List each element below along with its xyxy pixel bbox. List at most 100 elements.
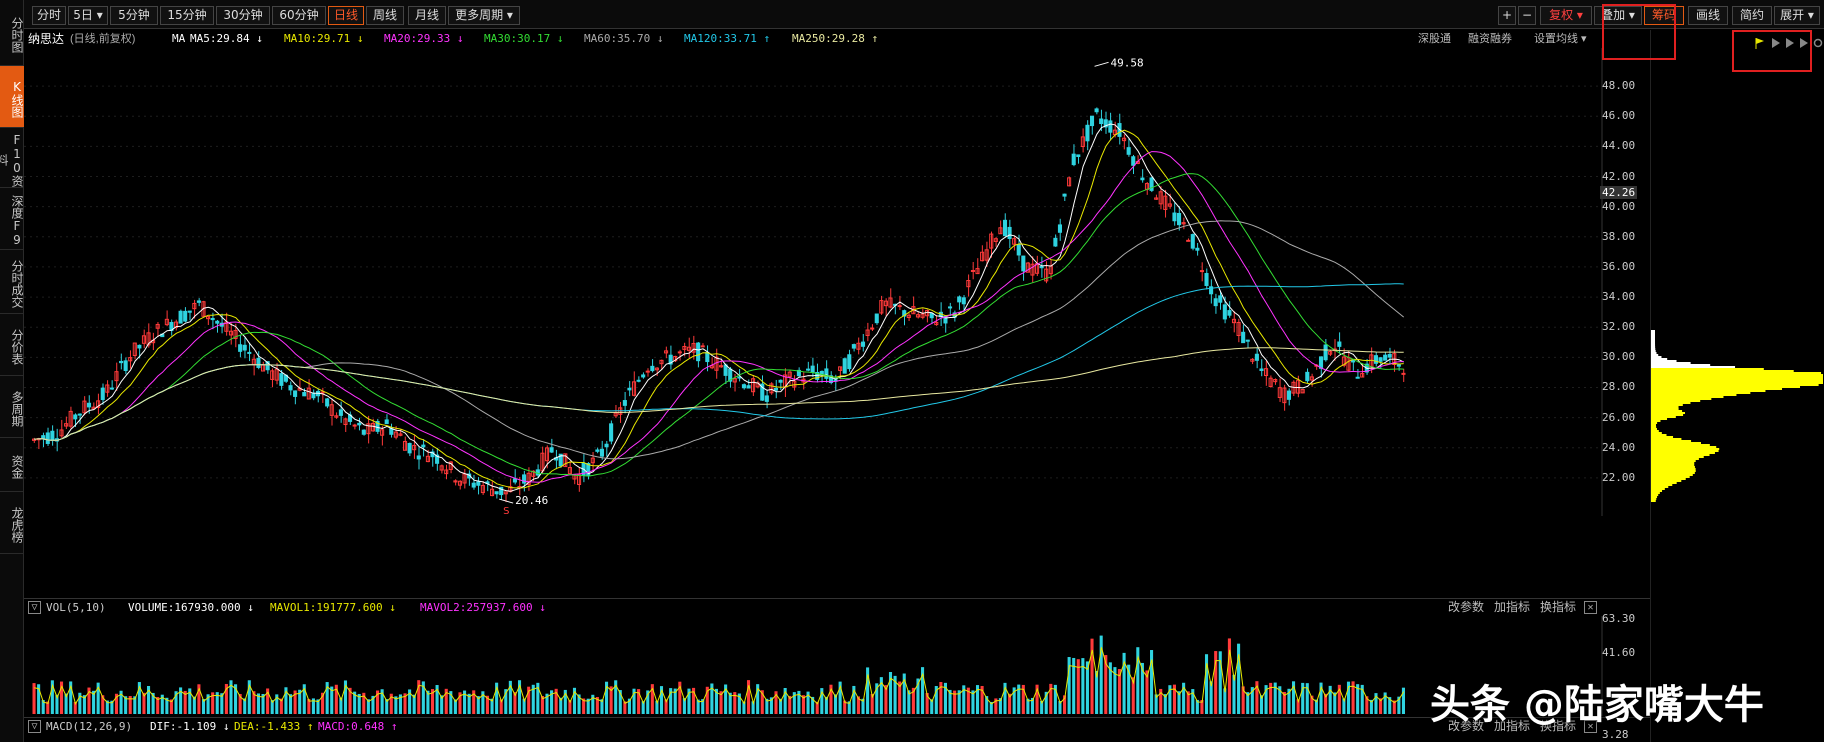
price-axis-label: 46.00 [1602, 109, 1636, 123]
candle-up [1199, 270, 1204, 273]
candle-down [764, 395, 769, 402]
sidebar-item-depth[interactable]: 深度F9 [0, 188, 24, 250]
ma30-line [34, 173, 1404, 477]
chip-bar [1651, 344, 1656, 346]
chip-bar [1651, 456, 1704, 458]
ma-settings-dropdown[interactable]: 设置均线 ▾ [1534, 30, 1587, 48]
ma-label: MA [172, 32, 186, 45]
chip-bar [1651, 404, 1683, 406]
sidebar-item-trades[interactable]: 分时成交 [0, 250, 24, 314]
candle-up [677, 351, 682, 354]
period-daily-button[interactable]: 日线 [328, 6, 364, 25]
zoom-in-button[interactable]: + [1498, 6, 1516, 25]
macd-collapse-icon[interactable]: ▽ [28, 720, 41, 733]
chip-bar [1651, 496, 1658, 498]
zoom-out-button[interactable]: − [1518, 6, 1536, 25]
period-30min-button[interactable]: 30分钟 [216, 6, 270, 25]
chip-bar [1651, 372, 1822, 374]
candle-down [1085, 124, 1090, 142]
sidebar-item-timeshare[interactable]: 分时图 [0, 0, 24, 66]
period-15min-button[interactable]: 15分钟 [160, 6, 214, 25]
candle-down [842, 358, 847, 374]
candle-down [1057, 224, 1063, 233]
candle-down [1254, 353, 1259, 361]
chip-bar [1651, 480, 1682, 482]
candle-down [1076, 154, 1081, 158]
price-axis-label: 40.00 [1602, 199, 1636, 213]
period-weekly-button[interactable]: 周线 [366, 6, 404, 25]
volume-chart[interactable] [24, 616, 1650, 716]
chip-bar [1651, 458, 1699, 460]
sidebar-item-dragon-tiger[interactable]: 龙虎榜 [0, 492, 24, 554]
sidebar-item-price-table[interactable]: 分价表 [0, 314, 24, 376]
mavol1-value: MAVOL1:191777.600 ↓ [270, 601, 396, 614]
candle-down [86, 402, 92, 408]
candle-down [810, 365, 815, 373]
candle-down [1140, 177, 1145, 181]
candle-down [100, 387, 105, 401]
candle-down [183, 310, 188, 322]
candle-down [641, 374, 646, 378]
chip-bar [1651, 368, 1764, 370]
candle-down [773, 387, 779, 391]
candle-down [196, 300, 201, 303]
candle-down [1323, 344, 1328, 361]
sidebar-item-f10[interactable]: F10资料 [0, 128, 24, 188]
vol-add-indicator-button[interactable]: 加指标 [1494, 599, 1530, 616]
ma20-line [34, 151, 1404, 483]
mavol1-line [34, 647, 1405, 706]
ma60-line [34, 220, 1405, 460]
sidebar-item-multi-period[interactable]: 多周期 [0, 376, 24, 438]
margin-trading-button[interactable]: 融资融券 [1468, 30, 1512, 48]
period-more-dropdown[interactable]: 更多周期 ▾ [448, 6, 520, 25]
chip-bar [1651, 370, 1794, 372]
chip-bar [1651, 464, 1695, 466]
vol-change-params-button[interactable]: 改参数 [1448, 599, 1484, 616]
candle-down [210, 317, 215, 321]
candle-down [522, 474, 527, 484]
period-monthly-button[interactable]: 月线 [408, 6, 446, 25]
chip-bar [1651, 356, 1662, 358]
candle-down [1071, 153, 1076, 166]
period-5min-button[interactable]: 5分钟 [110, 6, 158, 25]
candle-down [1259, 368, 1264, 371]
shengutong-button[interactable]: 深股通 [1418, 30, 1451, 48]
candle-down [137, 344, 142, 349]
kline-chart[interactable]: 49.58 20.46 S [24, 48, 1650, 516]
vol-close-icon[interactable]: ✕ [1584, 601, 1597, 614]
vol-switch-indicator-button[interactable]: 换指标 [1540, 599, 1576, 616]
chip-bar [1651, 470, 1696, 472]
fuquan-dropdown[interactable]: 复权 ▾ [1540, 6, 1592, 25]
candle-up [645, 370, 650, 373]
candle-down [512, 478, 517, 483]
candle-down [45, 432, 50, 444]
candle-down [1172, 212, 1177, 222]
draw-line-button[interactable]: 画线 [1688, 6, 1728, 25]
mavol2-value: MAVOL2:257937.600 ↓ [420, 601, 546, 614]
period-5day-button[interactable]: 5日 ▾ [68, 6, 108, 25]
candle-down [476, 481, 481, 486]
chip-bar [1651, 342, 1656, 344]
simple-button[interactable]: 简约 [1732, 6, 1772, 25]
chip-bar [1651, 482, 1677, 484]
candle-down [242, 344, 247, 351]
period-60min-button[interactable]: 60分钟 [272, 6, 326, 25]
candle-down [1355, 376, 1360, 379]
sidebar-item-funds[interactable]: 资金 [0, 438, 24, 492]
chip-bar [1651, 422, 1658, 424]
candle-down [696, 342, 701, 362]
expand-dropdown[interactable]: 展开 ▾ [1774, 6, 1820, 25]
candle-down [1108, 120, 1113, 133]
vol-collapse-icon[interactable]: ▽ [28, 601, 41, 614]
candle-down [238, 344, 243, 352]
candle-down [778, 379, 783, 383]
candle-down [384, 419, 389, 425]
ma10-line [34, 129, 1404, 489]
candle-down [1177, 212, 1182, 226]
sidebar-item-kline[interactable]: K线图 [0, 66, 24, 128]
ma10-value: MA10:29.71 ↓ [284, 32, 364, 45]
candle-down [1222, 304, 1227, 320]
candle-down [178, 310, 183, 324]
period-timeshare-button[interactable]: 分时 [32, 6, 66, 25]
candle-down [1021, 255, 1026, 272]
